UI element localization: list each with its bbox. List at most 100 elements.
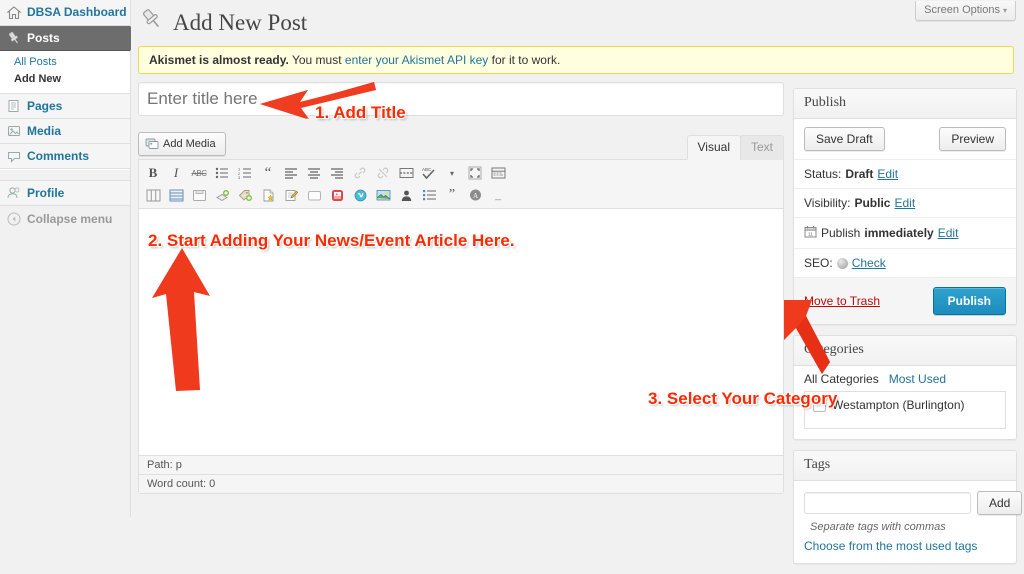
sidebar-item-posts[interactable]: Posts bbox=[0, 26, 141, 51]
category-item[interactable]: Westampton (Burlington) bbox=[813, 398, 997, 412]
akismet-api-key-link[interactable]: enter your Akismet API key bbox=[345, 53, 488, 67]
sidebar-item-dashboard[interactable]: DBSA Dashboard bbox=[0, 0, 130, 26]
box-icon[interactable] bbox=[188, 185, 210, 205]
align-center-icon[interactable] bbox=[303, 163, 325, 183]
page-title-text: Add New Post bbox=[173, 10, 308, 35]
bulleted-list-icon[interactable] bbox=[211, 163, 233, 183]
add-layer-icon[interactable] bbox=[211, 185, 233, 205]
youtube-icon[interactable] bbox=[326, 185, 348, 205]
align-right-icon[interactable] bbox=[326, 163, 348, 183]
unlink-icon[interactable] bbox=[372, 163, 394, 183]
sidebar-item-dashboard-label: DBSA Dashboard bbox=[27, 5, 127, 19]
tab-visual[interactable]: Visual bbox=[686, 135, 741, 160]
sidebar-item-media[interactable]: Media bbox=[0, 119, 130, 144]
major-publishing-actions: Move to Trash Publish bbox=[794, 278, 1016, 324]
preview-button[interactable]: Preview bbox=[939, 127, 1006, 151]
vimeo-icon[interactable] bbox=[349, 185, 371, 205]
media-add-icon bbox=[145, 136, 159, 152]
post-content-editable[interactable] bbox=[139, 209, 783, 455]
add-tag-button[interactable]: Add bbox=[977, 491, 1023, 515]
insert-link-icon[interactable] bbox=[349, 163, 371, 183]
edit-note-icon[interactable] bbox=[280, 185, 302, 205]
tags-input[interactable] bbox=[804, 492, 971, 514]
akismet-notice-strong: Akismet is almost ready. bbox=[149, 53, 289, 67]
collapse-icon bbox=[6, 211, 22, 227]
page-title: Add New Post bbox=[131, 0, 1024, 42]
person-icon[interactable] bbox=[395, 185, 417, 205]
categories-box-title: Categories bbox=[794, 336, 1016, 366]
category-label: Westampton (Burlington) bbox=[832, 398, 965, 412]
image-slide-icon[interactable] bbox=[372, 185, 394, 205]
admin-sidebar: DBSA Dashboard Posts All Posts Add New P… bbox=[0, 0, 141, 517]
main-content: Screen Options ▾ Add New Post Akismet is … bbox=[131, 0, 1024, 564]
user-icon bbox=[6, 185, 22, 201]
quote-icon[interactable]: ” bbox=[441, 185, 463, 205]
collapse-menu-button[interactable]: Collapse menu bbox=[0, 206, 130, 231]
sidebar-item-pages[interactable]: Pages bbox=[0, 94, 130, 119]
tab-all-categories[interactable]: All Categories bbox=[804, 372, 879, 390]
akismet-notice: Akismet is almost ready. You must enter … bbox=[138, 46, 1014, 74]
publish-box-title: Publish bbox=[794, 89, 1016, 119]
home-icon bbox=[6, 5, 22, 21]
edit-schedule-link[interactable]: Edit bbox=[938, 226, 959, 240]
sidebar-subitem-add-new[interactable]: Add New bbox=[14, 71, 130, 88]
more-icon[interactable]: _ bbox=[487, 185, 509, 205]
kitchen-sink-icon[interactable] bbox=[487, 163, 509, 183]
save-draft-button[interactable]: Save Draft bbox=[804, 127, 885, 151]
svg-text:ABC: ABC bbox=[422, 167, 432, 172]
svg-text:3: 3 bbox=[238, 175, 241, 179]
sidebar-item-posts-label: Posts bbox=[27, 31, 60, 45]
spellcheck-icon[interactable]: ABC bbox=[418, 163, 440, 183]
columns-icon[interactable] bbox=[142, 185, 164, 205]
editor-path-status: Path: p bbox=[139, 455, 783, 474]
tab-text[interactable]: Text bbox=[739, 135, 784, 160]
blank-box-icon[interactable] bbox=[303, 185, 325, 205]
sidebar-subitem-all-posts[interactable]: All Posts bbox=[14, 54, 130, 71]
insert-more-tag-icon[interactable] bbox=[395, 163, 417, 183]
tab-most-used[interactable]: Most Used bbox=[889, 372, 946, 390]
add-tag-icon[interactable] bbox=[234, 185, 256, 205]
post-status-label: Status: bbox=[804, 167, 842, 181]
strikethrough-icon[interactable]: ABC bbox=[188, 163, 210, 183]
pin-icon bbox=[6, 30, 22, 46]
akismet-notice-text-after: for it to work. bbox=[488, 53, 561, 67]
publish-button[interactable]: Publish bbox=[932, 287, 1006, 315]
svg-text:A: A bbox=[472, 192, 477, 200]
page-star-icon[interactable] bbox=[257, 185, 279, 205]
categories-checklist: Westampton (Burlington) bbox=[804, 391, 1006, 429]
align-left-icon[interactable] bbox=[280, 163, 302, 183]
chevron-down-icon[interactable]: ▾ bbox=[441, 163, 463, 183]
post-title-wrapper bbox=[138, 82, 784, 116]
avatar-circle-icon[interactable]: A bbox=[464, 185, 486, 205]
sidebar-item-profile[interactable]: Profile bbox=[0, 181, 130, 206]
italic-icon[interactable]: I bbox=[165, 163, 187, 183]
category-checkbox[interactable] bbox=[813, 398, 826, 412]
sidebar-item-comments[interactable]: Comments bbox=[0, 144, 130, 169]
sidebar-item-pages-label: Pages bbox=[27, 99, 63, 113]
list-icon[interactable] bbox=[418, 185, 440, 205]
post-title-input[interactable] bbox=[139, 83, 783, 115]
calendar-icon: 11 bbox=[804, 225, 817, 241]
move-to-trash-link[interactable]: Move to Trash bbox=[804, 294, 880, 308]
media-buttons-row: Add Media Visual Text bbox=[138, 132, 784, 160]
seo-check-link[interactable]: Check bbox=[852, 256, 886, 270]
edit-status-link[interactable]: Edit bbox=[877, 167, 898, 181]
bold-icon[interactable]: B bbox=[142, 163, 164, 183]
collapse-menu-label: Collapse menu bbox=[27, 211, 113, 226]
edit-visibility-link[interactable]: Edit bbox=[894, 196, 915, 210]
blockquote-icon[interactable]: “ bbox=[257, 163, 279, 183]
sidebar-item-profile-label: Profile bbox=[27, 186, 65, 200]
editor-toolbar-row-1: B I ABC 123 “ ABC ▾ bbox=[142, 162, 780, 184]
editor-toolbar-row-2: ” A _ bbox=[142, 184, 780, 206]
categories-tabs: All Categories Most Used bbox=[794, 366, 1016, 391]
numbered-list-icon[interactable]: 123 bbox=[234, 163, 256, 183]
rows-icon[interactable] bbox=[165, 185, 187, 205]
sidebar-item-media-label: Media bbox=[27, 124, 62, 138]
svg-text:11: 11 bbox=[808, 232, 813, 238]
fullscreen-icon[interactable] bbox=[464, 163, 486, 183]
add-media-button[interactable]: Add Media bbox=[138, 132, 226, 156]
tags-input-row: Add bbox=[794, 481, 1023, 519]
choose-most-used-tags-link[interactable]: Choose from the most used tags bbox=[794, 539, 1016, 563]
pin-icon bbox=[139, 6, 165, 40]
post-visibility-row: Visibility: Public Edit bbox=[794, 189, 1016, 218]
